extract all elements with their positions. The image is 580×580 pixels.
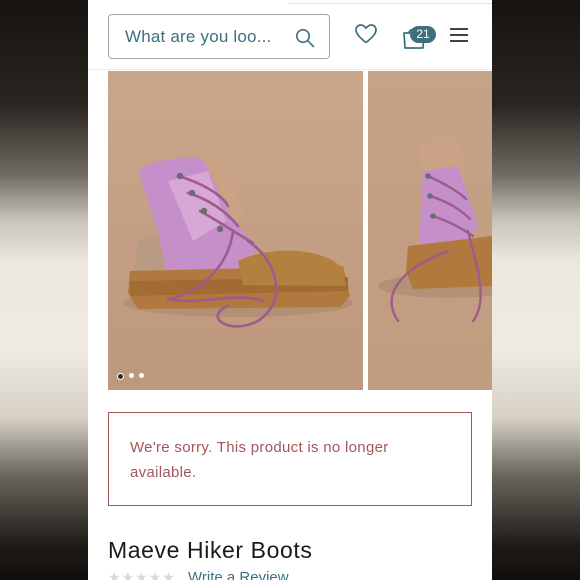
unavailable-notice-text: We're sorry. This product is no longer a… xyxy=(130,439,389,481)
background-right xyxy=(492,0,580,580)
rating-stars: ★ ★ ★ ★ ★ xyxy=(108,570,175,580)
search-icon[interactable] xyxy=(295,28,315,48)
product-image-secondary[interactable] xyxy=(368,71,492,390)
menu-icon[interactable] xyxy=(450,27,468,43)
gallery-dots[interactable] xyxy=(117,373,144,380)
unavailable-notice: We're sorry. This product is no longer a… xyxy=(108,412,472,506)
gallery-dot-1[interactable] xyxy=(117,373,124,380)
cart-count-badge[interactable]: 21 xyxy=(410,26,436,43)
star-icon: ★ xyxy=(162,570,175,580)
search-placeholder: What are you loo... xyxy=(125,27,272,46)
product-title: Maeve Hiker Boots xyxy=(108,537,313,563)
gallery-dot-2[interactable] xyxy=(129,373,134,378)
top-divider xyxy=(288,0,492,4)
star-icon: ★ xyxy=(148,570,162,580)
background-left xyxy=(0,0,88,580)
boot-illustration xyxy=(123,158,353,328)
header-divider xyxy=(88,69,492,70)
search-input[interactable]: What are you loo... xyxy=(108,14,330,59)
product-image-main[interactable] xyxy=(108,71,363,390)
product-page: What are you loo... 21 We're sorry. This… xyxy=(88,0,492,580)
boot-illustration-side xyxy=(378,136,492,323)
gallery-dot-3[interactable] xyxy=(139,373,144,378)
star-icon: ★ xyxy=(135,570,148,580)
heart-icon[interactable] xyxy=(354,22,378,46)
star-icon: ★ xyxy=(121,570,135,580)
write-review-link[interactable]: Write a Review xyxy=(188,569,289,580)
star-icon: ★ xyxy=(108,570,121,580)
